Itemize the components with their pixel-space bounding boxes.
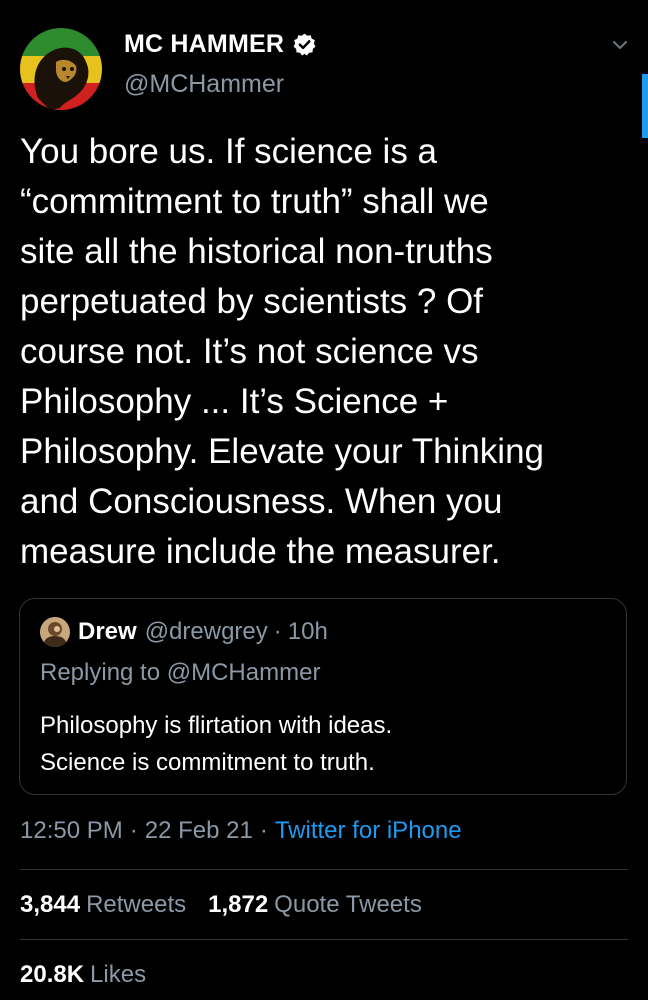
tweet-text-line: Philosophy ... It’s Science + <box>20 382 449 421</box>
quoted-timestamp[interactable]: 10h <box>288 618 328 646</box>
author-avatar[interactable] <box>20 28 102 110</box>
retweets-count: 3,844 <box>20 891 81 918</box>
tweet-text-line: and Consciousness. When you <box>20 482 503 521</box>
quoted-tweet-header: Drew @drewgrey · 10h <box>40 617 328 647</box>
author-name[interactable]: MC HAMMER <box>124 30 317 59</box>
author-name-text: MC HAMMER <box>124 30 285 58</box>
divider <box>20 939 628 940</box>
quoted-tweet-text: Philosophy is flirtation with ideas. Sci… <box>40 707 392 781</box>
tweet-source-link[interactable]: Twitter for iPhone <box>275 817 462 844</box>
quoted-text-line: Philosophy is flirtation with ideas. <box>40 712 393 739</box>
lion-avatar-image <box>20 28 102 110</box>
quoted-author-name[interactable]: Drew <box>78 618 137 646</box>
tweet-text-line: perpetuated by scientists ? Of <box>20 282 484 321</box>
likes-label: Likes <box>90 961 147 988</box>
meta-separator: · <box>129 817 138 844</box>
likes-count: 20.8K <box>20 961 85 988</box>
likes-stat[interactable]: 20.8K Likes <box>20 961 146 989</box>
quoted-separator: · <box>273 618 282 645</box>
tweet-meta: 12:50 PM · 22 Feb 21 · Twitter for iPhone <box>20 817 462 845</box>
tweet-text: You bore us. If science is a “commitment… <box>20 127 620 577</box>
tweet-text-line: You bore us. If science is a <box>20 132 438 171</box>
verified-badge-icon <box>292 32 317 57</box>
quote-tweets-label: Quote Tweets <box>274 891 422 918</box>
tweet-text-line: measure include the measurer. <box>20 532 501 571</box>
quoted-author-avatar[interactable] <box>40 617 70 647</box>
retweets-stat[interactable]: 3,844 Retweets <box>20 891 186 918</box>
chevron-down-icon[interactable] <box>612 38 628 50</box>
scroll-indicator[interactable] <box>642 74 648 138</box>
quote-tweets-count: 1,872 <box>208 891 269 918</box>
author-handle[interactable]: @MCHammer <box>124 70 284 99</box>
tweet-text-line: course not. It’s not science vs <box>20 332 479 371</box>
tweet-stats: 3,844 Retweets 1,872 Quote Tweets <box>20 891 422 919</box>
tweet-text-line: “commitment to truth” shall we <box>20 182 489 221</box>
quote-tweets-stat[interactable]: 1,872 Quote Tweets <box>208 891 422 918</box>
quoted-text-line: Science is commitment to truth. <box>40 749 375 776</box>
retweets-label: Retweets <box>86 891 187 918</box>
quoted-tweet-card[interactable]: Drew @drewgrey · 10h Replying to @MCHamm… <box>19 598 627 795</box>
tweet-text-line: site all the historical non-truths <box>20 232 493 271</box>
tweet-text-line: Philosophy. Elevate your Thinking <box>20 432 545 471</box>
divider <box>20 869 628 870</box>
tweet-time[interactable]: 12:50 PM <box>20 817 123 844</box>
quoted-replying-to: Replying to @MCHammer <box>40 659 321 686</box>
meta-separator: · <box>259 817 268 844</box>
tweet-date[interactable]: 22 Feb 21 <box>145 817 253 844</box>
quoted-author-handle[interactable]: @drewgrey <box>145 618 268 646</box>
